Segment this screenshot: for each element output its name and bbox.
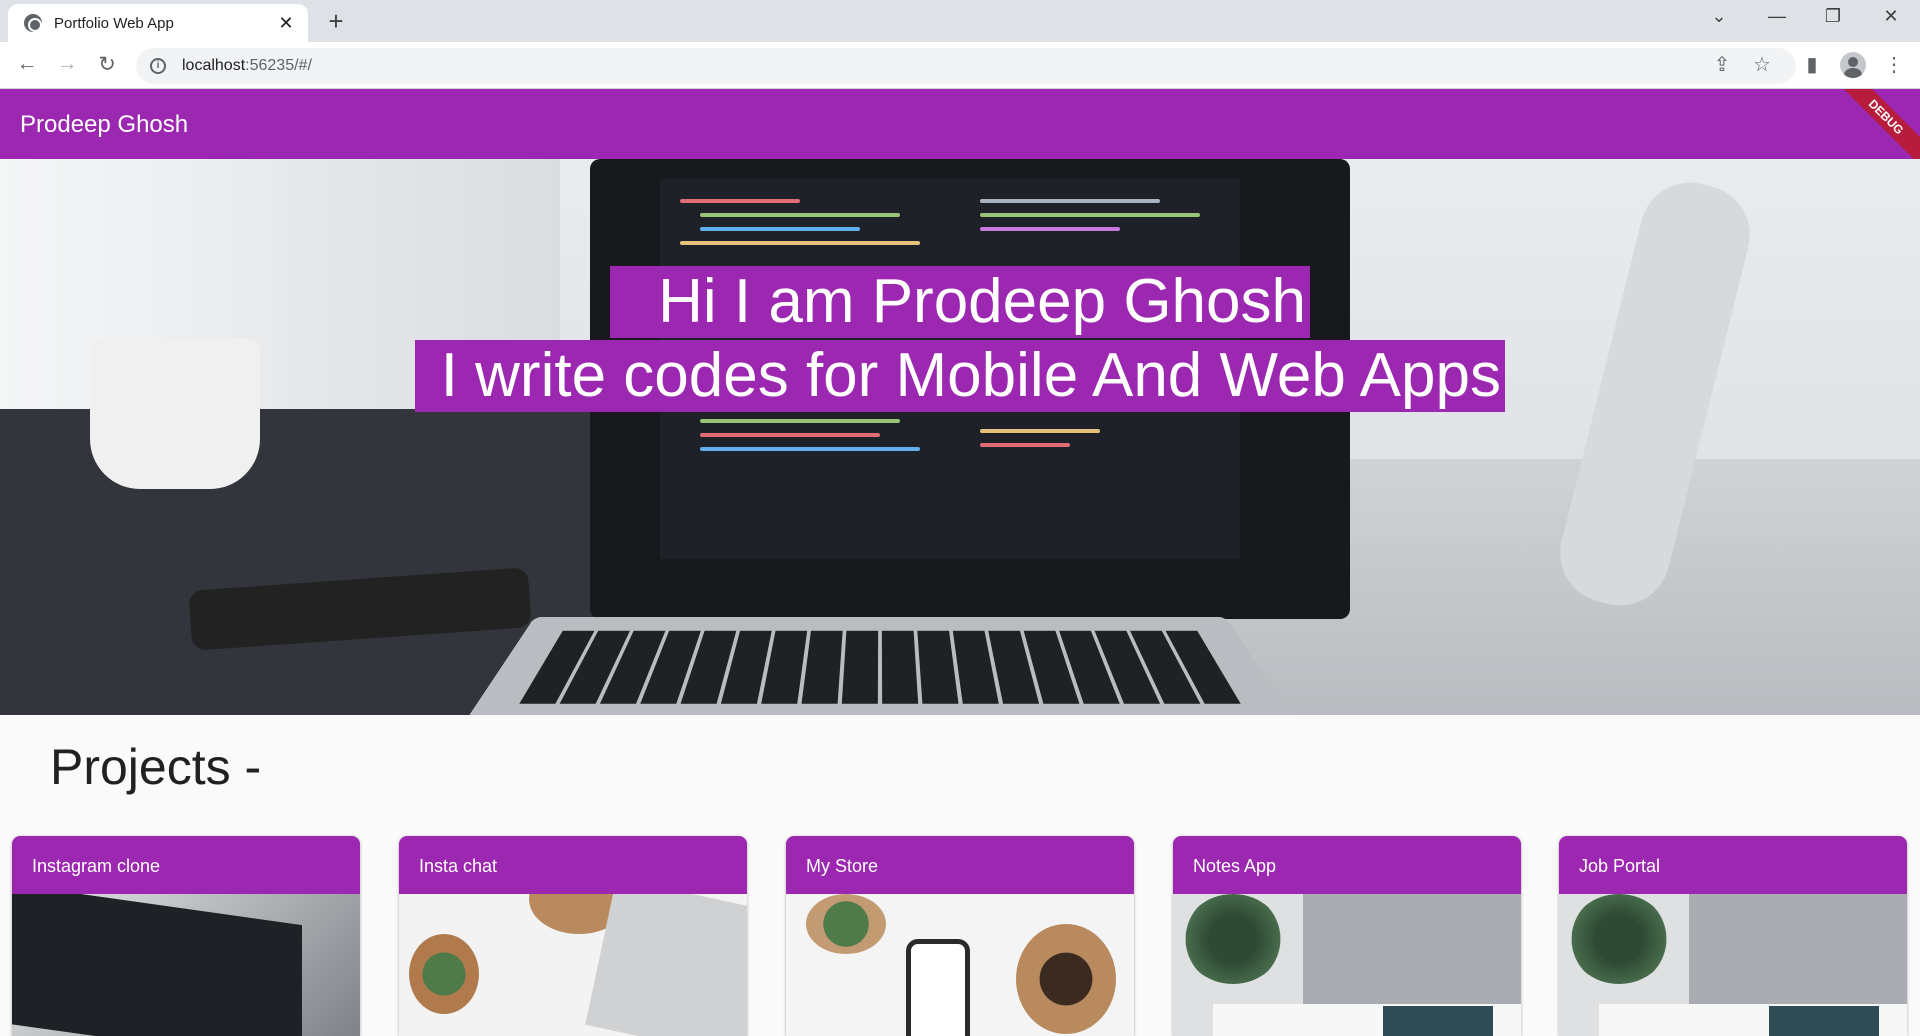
project-card-title: My Store [786, 836, 1134, 894]
forward-button[interactable]: → [53, 52, 81, 76]
project-card-title: Insta chat [399, 836, 747, 894]
project-card-image [399, 894, 747, 1036]
hero-greeting: Hi I am Prodeep Ghosh [610, 266, 1310, 338]
restore-button[interactable]: ❐ [1818, 6, 1848, 27]
tab-title: Portfolio Web App [54, 14, 174, 32]
project-card-image [786, 894, 1134, 1036]
project-card-title: Job Portal [1559, 836, 1907, 894]
plant-graphic [1569, 894, 1669, 984]
plant-graphic [806, 894, 886, 954]
plant-graphic [1183, 894, 1283, 984]
url-path: :56235/#/ [245, 57, 312, 74]
globe-icon [24, 14, 42, 32]
project-card-image [12, 894, 360, 1036]
more-icon[interactable]: ⋮ [1880, 52, 1908, 77]
photo-graphic [1769, 1006, 1879, 1036]
browser-tab-strip: Portfolio Web App ✕ + ⌄ — ❐ ✕ [0, 0, 1920, 42]
site-info-icon[interactable]: i [150, 58, 166, 74]
app-bar: Prodeep Ghosh DEBUG [0, 89, 1920, 159]
project-card-image [1173, 894, 1521, 1036]
url-host: localhost [182, 57, 246, 74]
address-bar[interactable]: i localhost:56235/#/ [136, 48, 1796, 84]
close-window-button[interactable]: ✕ [1876, 6, 1906, 27]
project-card-notes-app[interactable]: Notes App [1173, 836, 1521, 1036]
minimize-button[interactable]: — [1762, 6, 1792, 27]
project-card-title: Notes App [1173, 836, 1521, 894]
tab-close-icon[interactable]: ✕ [276, 13, 296, 34]
project-card-instagram-clone[interactable]: Instagram clone [12, 836, 360, 1036]
share-icon[interactable]: ⇪ [1708, 52, 1736, 77]
mug-graphic [90, 339, 260, 489]
app-title: Prodeep Ghosh [20, 111, 189, 138]
project-card-image [1559, 894, 1907, 1036]
coffee-graphic [1016, 924, 1116, 1034]
back-button[interactable]: ← [13, 52, 41, 76]
reload-button[interactable]: ↻ [93, 52, 121, 77]
project-card-my-store[interactable]: My Store [786, 836, 1134, 1036]
hero-tagline: I write codes for Mobile And Web Apps [415, 340, 1505, 412]
debug-banner: DEBUG [1829, 89, 1920, 159]
plant-graphic [409, 934, 479, 1014]
browser-tab[interactable]: Portfolio Web App ✕ [8, 4, 308, 42]
laptop-graphic [1303, 894, 1521, 1004]
tab-search-icon[interactable]: ⌄ [1704, 6, 1734, 27]
keyboard-graphic [457, 616, 1303, 715]
projects-heading: Projects - [50, 739, 262, 795]
laptop-graphic [585, 894, 747, 1036]
profile-icon[interactable] [1840, 52, 1866, 78]
project-card-job-portal[interactable]: Job Portal [1559, 836, 1907, 1036]
project-card-insta-chat[interactable]: Insta chat [399, 836, 747, 1036]
browser-toolbar: ← → ↻ i localhost:56235/#/ ⇪ ☆ ▮ ⋮ [0, 42, 1920, 89]
hero-image [0, 159, 1920, 715]
star-icon[interactable]: ☆ [1748, 52, 1776, 77]
sidepanel-icon[interactable]: ▮ [1798, 52, 1826, 77]
project-card-title: Instagram clone [12, 836, 360, 894]
photo-graphic [1383, 1006, 1493, 1036]
laptop-graphic [1689, 894, 1907, 1004]
phone-graphic [906, 939, 970, 1036]
new-tab-button[interactable]: + [322, 8, 350, 34]
